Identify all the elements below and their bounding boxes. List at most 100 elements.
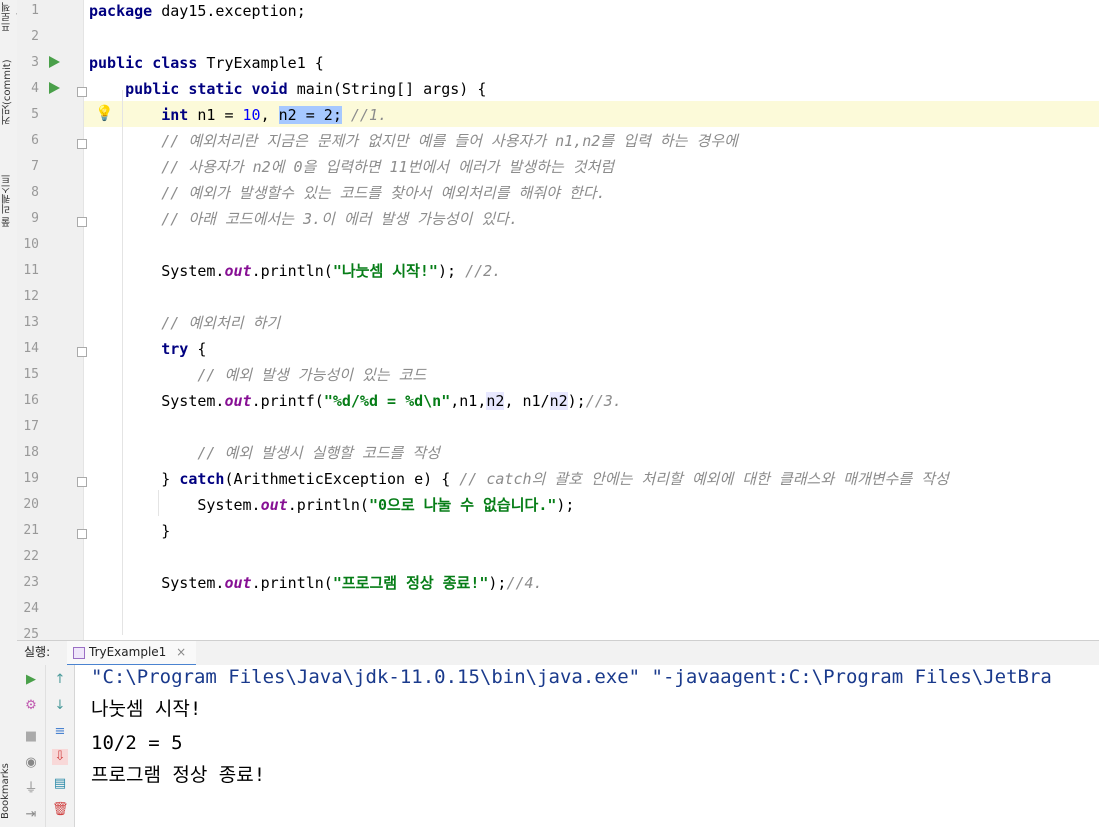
fold-marker-icon[interactable]	[77, 529, 87, 539]
line-number: 23	[23, 575, 39, 590]
fold-marker-icon[interactable]	[77, 87, 87, 97]
run-tab-label: TryExample1	[89, 645, 167, 659]
code-line[interactable]: System.out.printf("%d/%d = %d\n",n1,n2, …	[89, 388, 622, 414]
code-line[interactable]: try {	[89, 336, 206, 362]
code-editor[interactable]: 1 2 3 4 5 6 7 8 9 10 11 12 13 14 15 16 17 18 19 20 21 22 23 24 2…	[17, 0, 1099, 640]
exit-icon[interactable]: ⇥	[23, 807, 39, 823]
code-token: (ArithmeticException e) {	[224, 470, 460, 488]
code-line[interactable]: // 예외처리 하기	[89, 310, 280, 336]
bookmarks-tab[interactable]: Bookmarks	[0, 760, 17, 822]
code-line[interactable]: // 예외가 발생할수 있는 코드를 찾아서 예외처리를 해줘야 한다.	[89, 180, 605, 206]
line-number: 25	[23, 627, 39, 640]
code-line[interactable]: public class TryExample1 {	[89, 50, 324, 76]
stop-icon[interactable]: ■	[23, 729, 39, 745]
code-line[interactable]: package day15.exception;	[89, 0, 306, 24]
code-token: package	[89, 2, 153, 20]
code-token: ,	[260, 106, 279, 124]
code-token: System.	[89, 496, 261, 514]
code-line[interactable]: // 아래 코드에서는 3.이 에러 발생 가능성이 있다.	[89, 206, 518, 232]
code-token: , n1/	[504, 392, 550, 410]
code-token: ,n1,	[450, 392, 487, 410]
line-number: 6	[31, 133, 39, 148]
fold-marker-icon[interactable]	[77, 347, 87, 357]
code-token: {	[188, 340, 207, 358]
code-token: try	[161, 340, 189, 358]
code-token: // 예외처리 하기	[89, 314, 281, 332]
code-token: "프로그램 정상 종료!"	[332, 574, 489, 592]
rerun-icon[interactable]: ▶	[23, 672, 39, 688]
code-token: catch	[179, 470, 225, 488]
code-token: day15.exception;	[152, 2, 306, 20]
code-token: n2 = 2;	[278, 106, 342, 124]
code-token: //1.	[341, 106, 388, 124]
left-tool-strip: 프로젝트 커밋(commit) 풀 리퀘스트 Bookmarks	[0, 0, 28, 827]
run-main-icon[interactable]	[49, 82, 60, 94]
code-token: // 아래 코드에서는 3.이 에러 발생 가능성이 있다.	[89, 210, 519, 228]
code-line[interactable]: // 예외 발생 가능성이 있는 코드	[89, 362, 426, 388]
line-number: 4	[31, 81, 39, 96]
line-number: 15	[23, 367, 39, 382]
code-token: System.	[89, 392, 225, 410]
scroll-to-end-icon[interactable]: ⇩	[52, 749, 68, 765]
code-token: // 사용자가 n2에 0을 입력하면 11번에서 에러가 발생하는 것처럼	[89, 158, 615, 176]
run-class-icon[interactable]	[49, 56, 60, 68]
code-line[interactable]: System.out.println("프로그램 정상 종료!");//4.	[89, 570, 542, 596]
soft-wrap-icon[interactable]: ≡	[52, 724, 68, 740]
pull-request-tab[interactable]: 풀 리퀘스트	[0, 160, 17, 240]
line-number: 10	[23, 237, 39, 252]
line-number: 19	[23, 471, 39, 486]
code-token: TryExample1 {	[197, 54, 324, 72]
code-line[interactable]: // 예외 발생시 실행할 코드를 작성	[89, 440, 440, 466]
plug-icon[interactable]: ⏚	[23, 781, 39, 797]
line-number: 22	[23, 549, 39, 564]
code-area[interactable]: package day15.exception; public class Try…	[89, 0, 1099, 640]
project-tab[interactable]: 프로젝트	[0, 2, 28, 32]
code-token: "%d/%d = %d\n"	[323, 392, 451, 410]
close-tab-icon[interactable]: ×	[176, 645, 186, 659]
code-token: );	[437, 262, 466, 280]
down-arrow-icon[interactable]: ↓	[52, 698, 68, 714]
code-line[interactable]: }	[89, 518, 170, 544]
fold-marker-icon[interactable]	[77, 477, 87, 487]
camera-icon[interactable]: ◉	[23, 755, 39, 771]
code-token: );	[488, 574, 507, 592]
code-token: .println(	[251, 574, 333, 592]
code-line[interactable]: System.out.println("0으로 나눌 수 없습니다.");	[89, 492, 574, 518]
run-panel-header: 실행: TryExample1 ×	[17, 640, 1099, 667]
code-token: // catch의 괄호 안에는 처리할 예외에 대한 클래스와 매개변수를 작…	[459, 470, 949, 488]
code-token: // 예외 발생 가능성이 있는 코드	[89, 366, 427, 384]
trash-icon[interactable]: 🗑	[52, 802, 69, 818]
line-number: 5	[31, 107, 39, 122]
settings-gear-icon[interactable]: ⚙	[23, 698, 39, 714]
up-arrow-icon[interactable]: ↑	[52, 672, 68, 688]
console-output[interactable]: "C:\Program Files\Java\jdk-11.0.15\bin\j…	[75, 665, 1099, 827]
code-token: out	[260, 496, 288, 514]
code-token: out	[224, 574, 252, 592]
code-line[interactable]: // 사용자가 n2에 0을 입력하면 11번에서 에러가 발생하는 것처럼	[89, 154, 614, 180]
code-line[interactable]: // 예외처리란 지금은 문제가 없지만 예를 들어 사용자가 n1,n2를 입…	[89, 128, 738, 154]
code-token: );	[567, 392, 586, 410]
code-token: // 예외 발생시 실행할 코드를 작성	[89, 444, 440, 462]
code-line[interactable]: } catch(ArithmeticException e) { // catc…	[89, 466, 949, 492]
code-line[interactable]: System.out.println("나눗셈 시작!"); //2.	[89, 258, 501, 284]
print-icon[interactable]: ▤	[52, 776, 68, 792]
code-token: System.	[89, 574, 225, 592]
code-token: main(String[] args) {	[287, 80, 487, 98]
code-line[interactable]: public static void main(String[] args) {	[89, 76, 486, 102]
run-tab-tryexample1[interactable]: TryExample1 ×	[67, 641, 197, 667]
code-token: n2	[549, 392, 568, 410]
code-token: // 예외처리란 지금은 문제가 없지만 예를 들어 사용자가 n1,n2를 입…	[89, 132, 738, 150]
code-token: }	[89, 470, 180, 488]
line-number: 3	[31, 55, 39, 70]
line-number: 16	[23, 393, 39, 408]
line-number: 18	[23, 445, 39, 460]
commit-tab[interactable]: 커밋(commit)	[0, 52, 17, 132]
fold-marker-icon[interactable]	[77, 139, 87, 149]
fold-marker-icon[interactable]	[77, 217, 87, 227]
code-token: public class	[89, 54, 198, 72]
code-token: n2	[486, 392, 505, 410]
code-line[interactable]: int n1 = 10, n2 = 2; //1.	[89, 102, 387, 128]
code-token: //2.	[465, 262, 502, 280]
